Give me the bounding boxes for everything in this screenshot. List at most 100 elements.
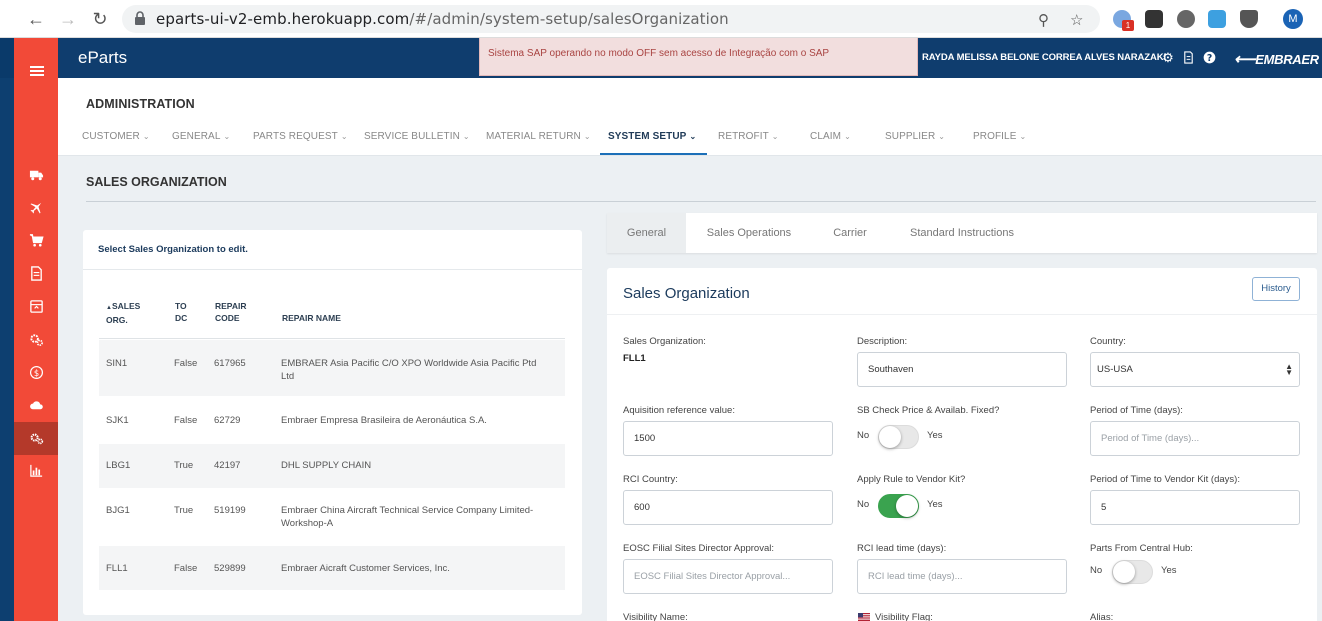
tab-sales-operations[interactable]: Sales Operations — [695, 213, 803, 253]
chevron-down-icon: ⌄ — [938, 132, 946, 141]
sidebar-item-cart[interactable] — [14, 224, 58, 257]
menu-customer[interactable]: CUSTOMER ⌄ — [82, 131, 150, 142]
sb-check-toggle[interactable] — [878, 425, 919, 449]
background-window-strip-top — [0, 38, 14, 78]
rci-lead-input[interactable]: RCI lead time (days)... — [857, 559, 1067, 594]
detail-tabs: General Sales Operations Carrier Standar… — [607, 213, 1317, 253]
sidebar-item-returns[interactable] — [14, 290, 58, 323]
rci-country-input[interactable]: 600 — [623, 490, 833, 525]
sidebar-item-shipping[interactable] — [14, 158, 58, 191]
v-extension-icon[interactable] — [1208, 10, 1226, 28]
menu-general[interactable]: GENERAL ⌄ — [172, 131, 230, 142]
cell-org: BJG1 — [106, 505, 130, 516]
address-bar[interactable]: eparts-ui-v2-emb.herokuapp.com/#/admin/s… — [122, 5, 1100, 33]
sales-org-form: Sales Organization History Sales Organiz… — [607, 268, 1317, 621]
country-label: Country: — [1090, 336, 1126, 347]
cell-to-dc: False — [174, 563, 198, 574]
sidebar-item-retrofit[interactable] — [14, 323, 58, 356]
period-label: Period of Time (days): — [1090, 405, 1183, 416]
form-title: Sales Organization — [623, 285, 750, 302]
chevron-down-icon: ⌄ — [340, 132, 348, 141]
visibility-flag-label: Visibility Flag: — [875, 612, 933, 621]
menu-system-setup[interactable]: SYSTEM SETUP ⌄ — [608, 131, 696, 142]
central-hub-toggle[interactable] — [1112, 560, 1153, 584]
sap-alert: Sistema SAP operando no modo OFF sem ace… — [479, 38, 918, 76]
menu-service-bulletin[interactable]: SERVICE BULLETIN ⌄ — [364, 131, 470, 142]
menu-claim[interactable]: CLAIM ⌄ — [810, 131, 851, 142]
chevron-down-icon: ⌄ — [462, 132, 470, 141]
toggle-yes-label: Yes — [1161, 565, 1177, 576]
pocket-extension-icon[interactable] — [1145, 10, 1163, 28]
sidebar-item-settings[interactable] — [14, 422, 58, 455]
table-row[interactable]: LBG1 True 42197 DHL SUPPLY CHAIN — [99, 444, 565, 488]
list-instruction: Select Sales Organization to edit. — [98, 244, 248, 255]
admin-title: ADMINISTRATION — [86, 97, 195, 111]
profile-avatar[interactable]: M — [1283, 9, 1303, 29]
cell-repair-code: 62729 — [214, 415, 241, 426]
cell-to-dc: False — [174, 415, 198, 426]
reload-icon[interactable]: ↻ — [90, 9, 110, 29]
column-repair-code[interactable]: REPAIR CODE — [215, 300, 247, 324]
user-name[interactable]: RAYDA MELISSA BELONE CORREA ALVES NARAZA… — [922, 52, 1166, 63]
back-icon[interactable]: ← — [26, 9, 46, 29]
period-input[interactable]: Period of Time (days)... — [1090, 421, 1300, 456]
history-button[interactable]: History — [1252, 277, 1300, 301]
list-card-header: Select Sales Organization to edit. — [83, 230, 582, 270]
help-icon[interactable]: ? — [1202, 51, 1216, 65]
hamburger-menu-icon[interactable] — [30, 66, 44, 76]
tab-standard-instructions[interactable]: Standard Instructions — [897, 213, 1027, 253]
eosc-input[interactable]: EOSC Filial Sites Director Approval... — [623, 559, 833, 594]
tab-general[interactable]: General — [607, 213, 686, 253]
chevron-down-icon: ⌄ — [583, 132, 591, 141]
column-sales-org[interactable]: ▲SALES ORG. — [106, 300, 140, 326]
toggle-yes-label: Yes — [927, 499, 943, 510]
zoom-icon[interactable]: ⚲ — [1038, 11, 1049, 29]
period-vendor-input[interactable]: 5 — [1090, 490, 1300, 525]
cell-repair-name: Embraer Empresa Brasileira de Aeronáutic… — [281, 415, 487, 426]
column-repair-name[interactable]: REPAIR NAME — [282, 312, 341, 324]
table-row[interactable]: SIN1 False 617965 EMBRAER Asia Pacific C… — [99, 340, 565, 396]
settings-gear-icon[interactable]: ⚙ — [1161, 51, 1175, 65]
menu-supplier[interactable]: SUPPLIER ⌄ — [885, 131, 945, 142]
alert-text: Sistema SAP operando no modo OFF sem ace… — [488, 48, 830, 59]
column-to-dc[interactable]: TO DC — [175, 300, 187, 324]
country-select[interactable]: US-USA ▲ ▼ — [1090, 352, 1300, 387]
sidebar-item-claim[interactable]: $ — [14, 356, 58, 389]
sidebar: $ — [14, 38, 58, 621]
select-arrows-icon: ▲ ▼ — [1285, 362, 1293, 377]
extension-badge: 1 — [1122, 20, 1134, 31]
sidebar-item-reports[interactable] — [14, 454, 58, 487]
sidebar-item-documents[interactable] — [14, 257, 58, 290]
menu-material-return[interactable]: MATERIAL RETURN ⌄ — [486, 131, 591, 142]
tab-carrier[interactable]: Carrier — [822, 213, 878, 253]
cell-to-dc: False — [174, 358, 198, 369]
table-header-divider — [99, 338, 565, 339]
cell-to-dc: True — [174, 460, 194, 471]
plane-icon — [30, 202, 41, 214]
menu-profile[interactable]: PROFILE ⌄ — [973, 131, 1026, 142]
bookmark-star-icon[interactable]: ☆ — [1070, 11, 1083, 29]
forward-icon[interactable]: → — [58, 9, 78, 29]
table-row[interactable]: SJK1 False 62729 Embraer Empresa Brasile… — [99, 396, 565, 444]
apply-rule-toggle[interactable] — [878, 494, 919, 518]
menu-retrofit[interactable]: RETROFIT ⌄ — [718, 131, 779, 142]
sidebar-item-cloud[interactable] — [14, 389, 58, 422]
cell-repair-name: Embraer Aicraft Customer Services, Inc. — [281, 563, 450, 574]
cell-org: FLL1 — [106, 563, 128, 574]
menu-parts-request[interactable]: PARTS REQUEST ⌄ — [253, 131, 348, 142]
sales-org-label: Sales Organization: — [623, 336, 706, 347]
chevron-down-icon: ⌄ — [142, 132, 150, 141]
manual-document-icon[interactable] — [1181, 51, 1195, 65]
sidebar-item-aircraft[interactable] — [14, 191, 58, 224]
url-text: eparts-ui-v2-emb.herokuapp.com/#/admin/s… — [156, 10, 729, 28]
acquisition-input[interactable]: 1500 — [623, 421, 833, 456]
circle-extension-icon[interactable] — [1177, 10, 1195, 28]
dollar-circle-icon: $ — [29, 365, 43, 380]
table-row[interactable]: FLL1 False 529899 Embraer Aicraft Custom… — [99, 546, 565, 590]
ublock-extension-icon[interactable] — [1240, 10, 1258, 28]
cell-repair-code: 42197 — [214, 460, 241, 471]
description-input[interactable]: Southaven — [857, 352, 1067, 387]
brand-logo[interactable]: eParts — [78, 48, 127, 68]
us-flag-icon — [858, 613, 870, 621]
table-row[interactable]: BJG1 True 519199 Embraer China Aircraft … — [99, 488, 565, 546]
